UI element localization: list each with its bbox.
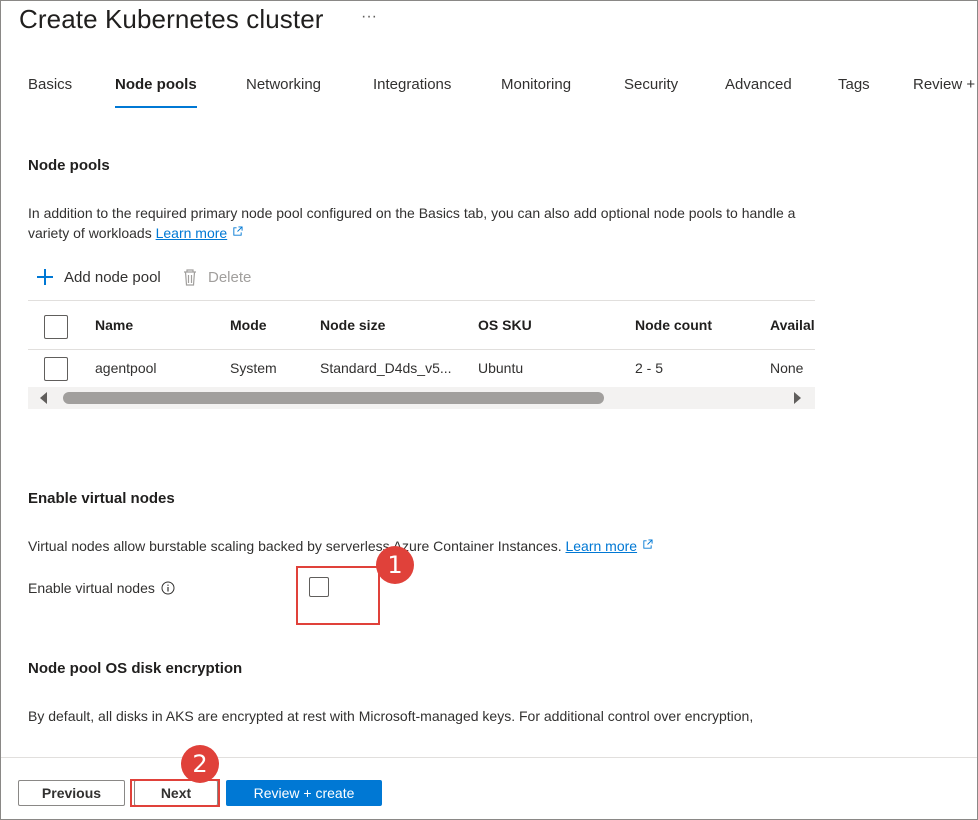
plus-icon: [37, 269, 53, 285]
window-frame: [0, 0, 978, 820]
column-header-name[interactable]: Name: [95, 317, 133, 333]
column-header-os-sku[interactable]: OS SKU: [478, 317, 532, 333]
scrollbar-thumb[interactable]: [63, 392, 604, 404]
footer-divider: [1, 757, 977, 758]
tab-networking[interactable]: Networking: [246, 76, 321, 112]
previous-button[interactable]: Previous: [18, 780, 125, 806]
highlight-box-next: [130, 779, 220, 807]
node-pools-learn-more-link[interactable]: Learn more: [156, 225, 228, 241]
table-row: agentpool System Standard_D4ds_v5... Ubu…: [28, 350, 815, 386]
column-header-node-count[interactable]: Node count: [635, 317, 712, 333]
tab-monitoring[interactable]: Monitoring: [501, 76, 571, 112]
external-link-icon: [643, 539, 653, 549]
tab-node-pools[interactable]: Node pools: [115, 76, 197, 112]
enable-virtual-nodes-label-text: Enable virtual nodes: [28, 580, 155, 596]
virtual-nodes-description: Virtual nodes allow burstable scaling ba…: [28, 536, 828, 556]
enable-virtual-nodes-label: Enable virtual nodes: [28, 580, 175, 596]
node-pool-availability: None: [770, 360, 804, 376]
info-icon[interactable]: [161, 581, 175, 595]
node-pool-os-sku: Ubuntu: [478, 360, 524, 376]
virtual-nodes-description-text: Virtual nodes allow burstable scaling ba…: [28, 538, 562, 554]
column-header-mode[interactable]: Mode: [230, 317, 267, 333]
trash-icon: [184, 269, 196, 286]
node-pools-heading: Node pools: [28, 157, 110, 174]
tab-bar: Basics Node pools Networking Integration…: [28, 76, 978, 112]
step-1-badge: 1: [376, 546, 414, 584]
horizontal-scrollbar[interactable]: [28, 387, 815, 409]
node-pool-mode: System: [230, 360, 277, 376]
external-link-icon: [233, 226, 243, 236]
node-pools-table-header: Name Mode Node size OS SKU Node count Av…: [28, 301, 815, 349]
virtual-nodes-heading: Enable virtual nodes: [28, 490, 175, 507]
review-create-button[interactable]: Review + create: [226, 780, 382, 806]
add-node-pool-label: Add node pool: [64, 268, 161, 286]
node-pools-description-text: In addition to the required primary node…: [28, 205, 796, 241]
more-options-button[interactable]: ···: [361, 8, 377, 26]
step-2-badge: 2: [181, 745, 219, 783]
node-size-link[interactable]: Standard_D4ds_v5...: [320, 360, 452, 376]
delete-label: Delete: [208, 268, 252, 286]
tab-tags[interactable]: Tags: [838, 76, 870, 112]
highlight-box-virtual-nodes: [296, 566, 380, 625]
column-header-node-size[interactable]: Node size: [320, 317, 385, 333]
column-header-availability[interactable]: Availal: [770, 317, 815, 333]
scroll-right-arrow-icon[interactable]: [794, 392, 801, 404]
delete-button[interactable]: Delete: [182, 268, 251, 286]
tab-advanced[interactable]: Advanced: [725, 76, 792, 112]
tab-integrations[interactable]: Integrations: [373, 76, 451, 112]
page-title: Create Kubernetes cluster: [19, 4, 324, 34]
node-pool-count: 2 - 5: [635, 360, 664, 376]
select-all-checkbox[interactable]: [44, 315, 68, 339]
tab-basics[interactable]: Basics: [28, 76, 72, 112]
tab-security[interactable]: Security: [624, 76, 678, 112]
disk-encryption-heading: Node pool OS disk encryption: [28, 660, 243, 677]
scroll-left-arrow-icon[interactable]: [40, 392, 47, 404]
node-pool-name-link[interactable]: agentpool: [95, 360, 157, 376]
disk-encryption-description: By default, all disks in AKS are encrypt…: [28, 708, 754, 724]
add-node-pool-button[interactable]: Add node pool: [36, 268, 161, 286]
virtual-nodes-learn-more-link[interactable]: Learn more: [565, 538, 637, 554]
node-pools-description: In addition to the required primary node…: [28, 203, 818, 243]
tab-review-create[interactable]: Review +: [913, 76, 975, 112]
row-checkbox[interactable]: [44, 357, 68, 381]
